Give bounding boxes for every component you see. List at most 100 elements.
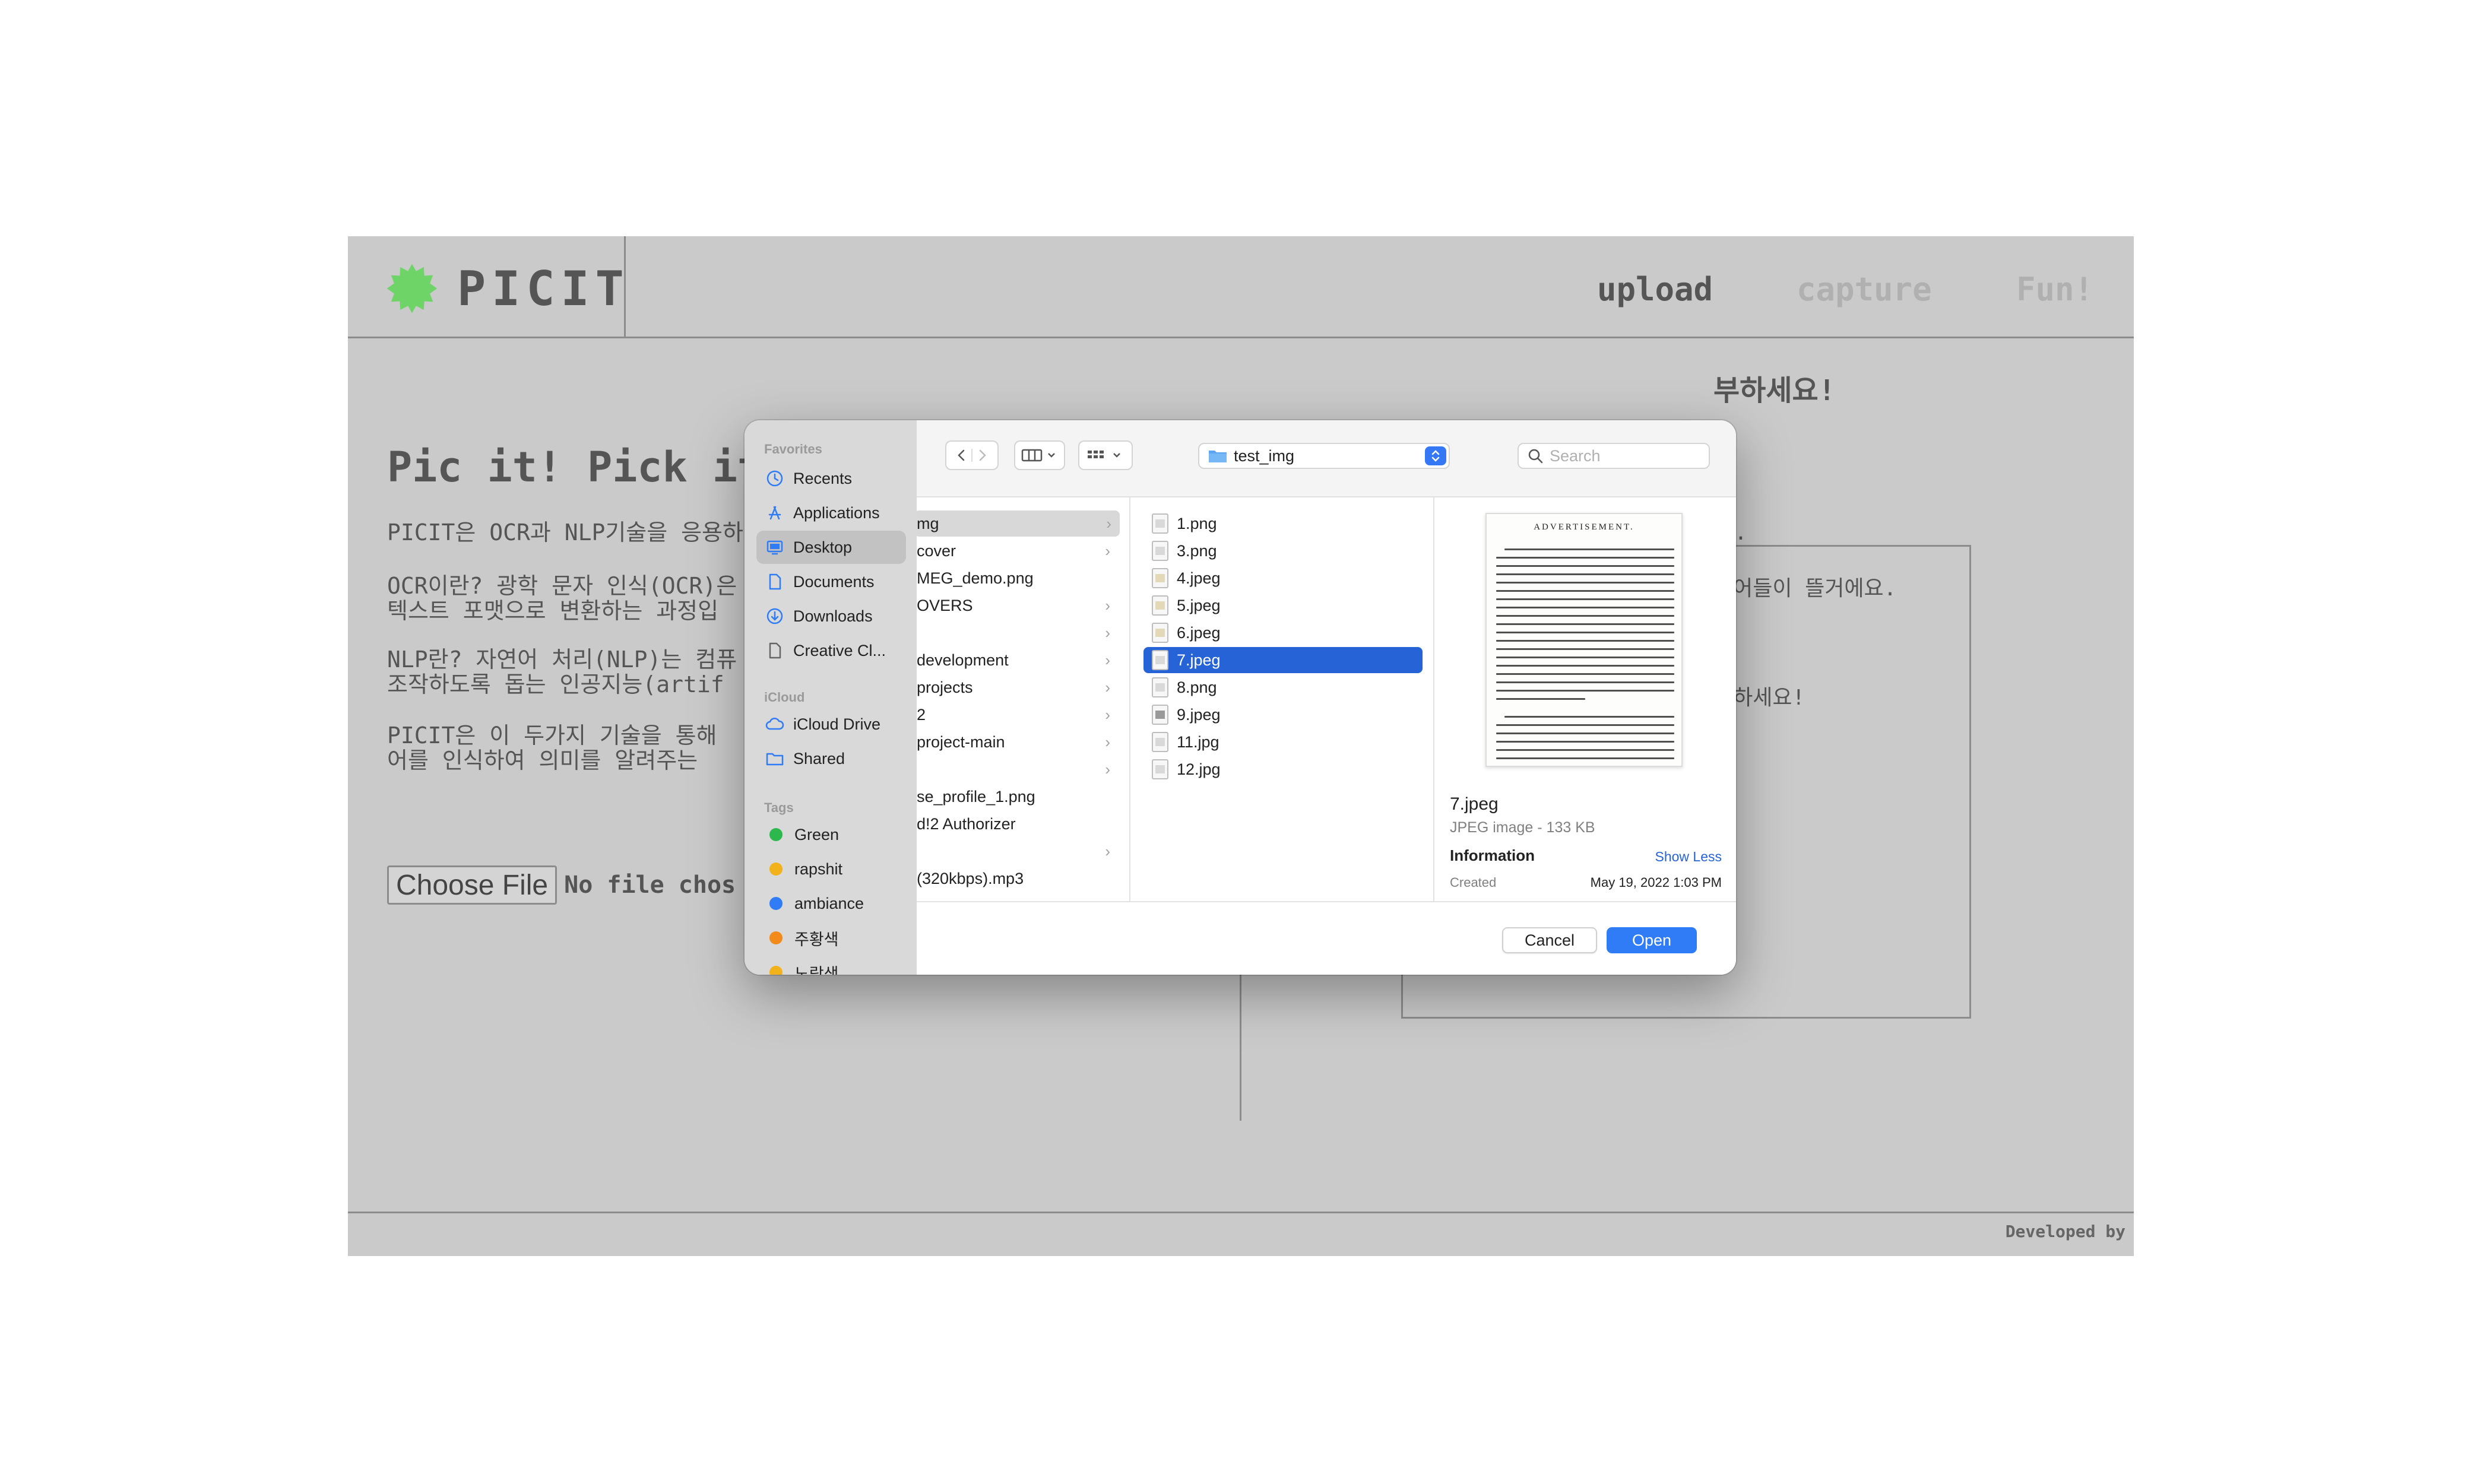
nav-upload[interactable]: upload [1597,271,1713,308]
folder-row[interactable]: cover › [917,538,1119,564]
thumbnail-text-line [1496,615,1674,617]
folder-row[interactable]: mg › [917,510,1120,537]
tag-color-dot [769,828,783,841]
folder-row[interactable]: project-main › [917,729,1119,755]
file-row[interactable]: 9.jpeg [1143,702,1423,728]
result-text-1: 부하세요! [1713,374,1836,407]
folder-row[interactable]: › [917,756,1119,782]
sidebar-item-downloads[interactable]: Downloads [756,600,906,633]
file-name: 7.jpeg [1177,651,1221,669]
sidebar-item-label: Downloads [793,607,873,625]
file-row[interactable]: 12.jpg [1143,756,1423,782]
file-input[interactable]: Choose File No file chos [387,865,736,905]
folder-location-popup[interactable]: test_img [1198,443,1450,469]
folder-row[interactable]: OVERS › [917,592,1119,619]
sidebar-item-icloud-drive[interactable]: iCloud Drive [756,708,906,741]
sidebar-item-label: Recents [793,469,853,487]
tag-green[interactable]: Green [756,818,906,851]
file-row[interactable]: 6.jpeg [1143,620,1423,646]
show-less-link[interactable]: Show Less [1655,849,1722,865]
icloud-heading: iCloud [764,690,805,705]
chevron-right-icon: › [1105,705,1110,724]
chevron-right-icon: › [1105,596,1110,614]
thumbnail-text-line [1496,698,1585,700]
chevron-right-icon: › [1105,651,1110,669]
thumbnail-text-line [1496,724,1674,726]
image-file-icon [1152,677,1168,697]
tag-yellow[interactable]: 노랑색 [756,956,906,975]
intro-paragraph: PICIT은 OCR과 NLP기술을 응용하 [387,519,743,546]
file-row[interactable]: d!2 Authorizer [917,811,1119,837]
folder-row[interactable]: projects › [917,674,1119,700]
created-value: May 19, 2022 1:03 PM [1590,875,1722,890]
sidebar-item-applications[interactable]: Applications [756,496,906,529]
sidebar-item-creative-cloud[interactable]: Creative Cl... [756,634,906,667]
image-file-icon [1152,650,1168,670]
file-row[interactable]: 1.png [1143,510,1423,537]
tags-heading: Tags [764,800,794,815]
thumbnail-text-line [1496,757,1674,759]
thumbnail-text-line [1496,749,1674,751]
file-name: 4.jpeg [1177,569,1221,587]
tag-ambiance[interactable]: ambiance [756,887,906,920]
app-header: PICIT upload capture Fun! [348,236,2134,338]
row-label: d!2 Authorizer [917,814,1016,833]
file-row-selected[interactable]: 7.jpeg [1143,647,1423,673]
thumbnail-text-line [1504,716,1674,718]
thumbnail-text-line [1496,582,1674,584]
choose-file-button[interactable]: Choose File [387,865,557,905]
document-icon [765,572,785,592]
sidebar-item-recents[interactable]: Recents [756,462,906,495]
file-row[interactable]: 11.jpg [1143,729,1423,755]
search-field[interactable] [1518,443,1710,469]
chevron-right-icon: › [1105,541,1110,560]
file-row[interactable]: se_profile_1.png [917,784,1119,810]
chevron-right-icon: › [1106,514,1111,532]
tag-rapshit[interactable]: rapshit [756,852,906,886]
cancel-button[interactable]: Cancel [1502,927,1597,953]
folder-row[interactable]: development › [917,647,1119,673]
sidebar-item-documents[interactable]: Documents [756,565,906,598]
folder-row[interactable]: › [917,620,1119,646]
sidebar-item-desktop[interactable]: Desktop [756,531,906,564]
tag-label: 노랑색 [794,965,839,975]
image-file-icon [1152,595,1168,616]
file-name: 12.jpg [1177,760,1221,778]
folder-row[interactable]: › [917,838,1119,864]
thumbnail-text-line [1496,733,1674,734]
file-name: 8.png [1177,678,1217,696]
sidebar-item-label: Applications [793,503,880,522]
sidebar-item-shared[interactable]: Shared [756,742,906,775]
chevron-right-icon: › [1105,842,1110,860]
file-list-column: 1.png 3.png 4.jpeg 5.jpeg 6.jpeg 7.jpeg … [1132,497,1434,901]
tag-orange[interactable]: 주황색 [756,921,906,955]
file-row[interactable]: 5.jpeg [1143,592,1423,619]
preview-thumbnail: ADVERTISEMENT. [1485,513,1683,767]
file-row[interactable]: (320kbps).mp3 [917,865,1119,892]
thumbnail-text-line [1504,548,1674,550]
file-row[interactable]: 3.png [1143,538,1423,564]
nav-fun[interactable]: Fun! [2016,271,2093,308]
nav-capture[interactable]: capture [1797,271,1932,308]
thumbnail-text-line [1496,565,1674,567]
folder-row[interactable]: 2 › [917,702,1119,728]
image-file-icon [1152,623,1168,643]
back-forward-buttons[interactable] [945,440,999,470]
columns-view-icon [1021,449,1055,462]
image-file-icon [1152,705,1168,725]
chevron-right-icon: › [1105,623,1110,642]
footer-credit: Developed by [2005,1222,2125,1241]
sidebar-item-label: Creative Cl... [793,641,886,659]
logo[interactable]: PICIT [348,236,626,338]
row-label: development [917,651,1009,669]
group-by-button[interactable] [1078,440,1133,470]
file-row[interactable]: 8.png [1143,674,1423,700]
file-row[interactable]: 4.jpeg [1143,565,1423,591]
thumbnail-text-line [1496,607,1674,608]
search-input[interactable] [1550,446,1704,465]
view-mode-button[interactable] [1014,440,1065,470]
file-row[interactable]: MEG_demo.png [917,565,1119,591]
open-button[interactable]: Open [1607,927,1697,953]
tag-label: Green [794,825,840,844]
cloud-icon [765,714,785,734]
